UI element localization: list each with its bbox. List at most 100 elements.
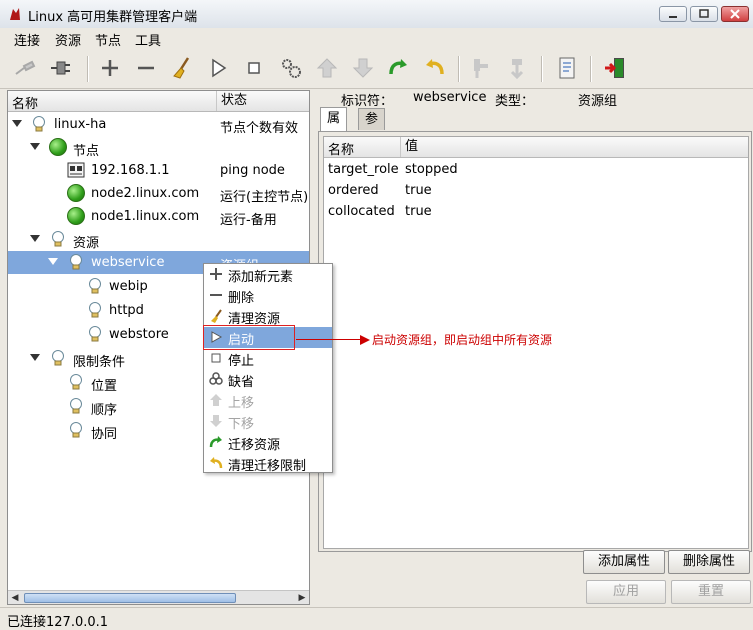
table-row[interactable]: collocated true	[324, 201, 748, 222]
expand-triangle-icon[interactable]	[48, 258, 58, 265]
toolbar-log-button[interactable]	[555, 56, 579, 80]
menu-connect[interactable]: 连接	[14, 30, 40, 49]
menu-item-default[interactable]: 缺省	[204, 369, 332, 390]
tree-horizontal-scrollbar[interactable]: ◀ ▶	[8, 590, 309, 604]
scroll-left-icon[interactable]: ◀	[8, 591, 22, 604]
identifier-label: 标识符：	[341, 94, 394, 109]
toolbar-migrate-button[interactable]	[386, 56, 410, 80]
maximize-button[interactable]	[690, 6, 718, 22]
tree-row-nodes[interactable]: 节点	[8, 136, 309, 159]
tree-label: httpd	[109, 303, 144, 318]
delete-attribute-button[interactable]: 删除属性	[668, 550, 750, 574]
menu-item-add-element[interactable]: 添加新元素	[204, 264, 332, 285]
attr-col-value[interactable]: 值	[400, 137, 418, 157]
close-button[interactable]	[721, 6, 749, 22]
apply-button[interactable]: 应用	[586, 580, 666, 604]
menu-item-delete[interactable]: 删除	[204, 285, 332, 306]
expand-triangle-icon[interactable]	[30, 354, 40, 361]
table-row[interactable]: target_role stopped	[324, 159, 748, 180]
toolbar-connect-button[interactable]	[48, 56, 72, 80]
menu-item-stop[interactable]: 停止	[204, 348, 332, 369]
expand-triangle-icon[interactable]	[30, 235, 40, 242]
app-logo-icon	[10, 8, 20, 20]
menu-item-cleanup[interactable]: 清理资源	[204, 306, 332, 327]
toolbar-remove-button[interactable]	[134, 56, 158, 80]
toolbar-disconnect-button[interactable]	[14, 56, 38, 80]
tree-row-resources[interactable]: 资源	[8, 228, 309, 251]
menu-item-move-down[interactable]: 下移	[204, 411, 332, 432]
gears-icon	[209, 372, 223, 385]
tree-label: webip	[109, 279, 148, 294]
toolbar-add-button[interactable]	[98, 56, 122, 80]
title-bar: Linux 高可用集群管理客户端	[0, 0, 753, 29]
tree-row-node2[interactable]: node2.linux.com 运行(主控节点)	[8, 182, 309, 205]
attr-key: ordered	[328, 183, 379, 198]
status-bar: 已连接127.0.0.1	[0, 607, 753, 630]
bulb-icon	[52, 350, 64, 366]
tree-label: linux-ha	[54, 117, 107, 132]
menu-item-clear-migration[interactable]: 清理迁移限制	[204, 453, 332, 474]
scroll-right-icon[interactable]: ▶	[295, 591, 309, 604]
bulb-icon	[33, 116, 45, 132]
tree-row-node1[interactable]: node1.linux.com 运行-备用	[8, 205, 309, 228]
highlight-box	[203, 325, 295, 350]
play-icon	[212, 58, 227, 78]
expand-triangle-icon[interactable]	[12, 120, 22, 127]
ping-node-icon	[67, 162, 85, 178]
tree-col-name[interactable]: 名称	[12, 93, 38, 112]
attr-key: collocated	[328, 204, 395, 219]
attr-col-name[interactable]: 名称	[328, 139, 354, 158]
toolbar-stop-button[interactable]	[242, 56, 266, 80]
tree-row-ping-node[interactable]: 192.168.1.1 ping node	[8, 159, 309, 182]
gears-icon	[282, 59, 301, 78]
toolbar-default-button[interactable]	[279, 56, 303, 80]
arrow-down-icon	[210, 415, 222, 427]
attr-value: true	[405, 183, 432, 198]
toolbar-separator	[458, 56, 460, 82]
node-standby-icon	[474, 59, 488, 78]
type-label: 类型：	[495, 94, 535, 109]
bulb-icon	[89, 302, 101, 318]
menu-tools[interactable]: 工具	[135, 30, 161, 49]
plug-icon	[15, 60, 36, 75]
tree-status: 运行-备用	[220, 213, 277, 228]
connect-plug-icon	[51, 61, 70, 75]
bulb-icon	[52, 231, 64, 247]
toolbar-separator	[590, 56, 592, 82]
annotation-arrow-icon	[360, 335, 370, 345]
green-ball-icon	[67, 184, 85, 202]
attributes-table-header: 名称 值	[324, 137, 748, 158]
table-row[interactable]: ordered true	[324, 180, 748, 201]
tab-attributes[interactable]: 属性	[320, 107, 348, 148]
connection-status: 已连接127.0.0.1	[7, 615, 109, 630]
plus-icon	[210, 268, 222, 280]
tree-label: 顺序	[91, 403, 118, 418]
menu-item-move-up[interactable]: 上移	[204, 390, 332, 411]
expand-triangle-icon[interactable]	[30, 143, 40, 150]
add-attribute-button[interactable]: 添加属性	[583, 550, 665, 574]
tree-col-status[interactable]: 状态	[216, 91, 247, 111]
arrow-up-icon	[316, 58, 338, 78]
toolbar-move-up-button[interactable]	[315, 56, 339, 80]
menu-item-migrate[interactable]: 迁移资源	[204, 432, 332, 453]
toolbar-standby-button[interactable]	[469, 56, 493, 80]
toolbar-exit-button[interactable]	[603, 56, 627, 80]
toolbar-start-button[interactable]	[206, 56, 230, 80]
toolbar-move-down-button[interactable]	[351, 56, 375, 80]
stop-icon	[248, 62, 260, 74]
tree-label: 位置	[91, 379, 118, 394]
minimize-button[interactable]	[659, 6, 687, 22]
tree-row-linux-ha[interactable]: linux-ha 节点个数有效	[8, 113, 309, 136]
toolbar-unmigrate-button[interactable]	[423, 56, 447, 80]
annotation-arrow-line	[296, 339, 362, 340]
toolbar-online-button[interactable]	[505, 56, 529, 80]
tab-parameters[interactable]: 参数	[358, 108, 386, 149]
menu-resource[interactable]: 资源	[55, 30, 81, 49]
migrate-icon	[209, 436, 222, 448]
toolbar-cleanup-button[interactable]	[170, 56, 194, 80]
reset-button[interactable]: 重置	[671, 580, 751, 604]
attr-key: target_role	[328, 162, 399, 177]
scrollbar-thumb[interactable]	[24, 593, 236, 603]
menu-node[interactable]: 节点	[95, 30, 121, 49]
arrow-down-icon	[352, 58, 374, 78]
